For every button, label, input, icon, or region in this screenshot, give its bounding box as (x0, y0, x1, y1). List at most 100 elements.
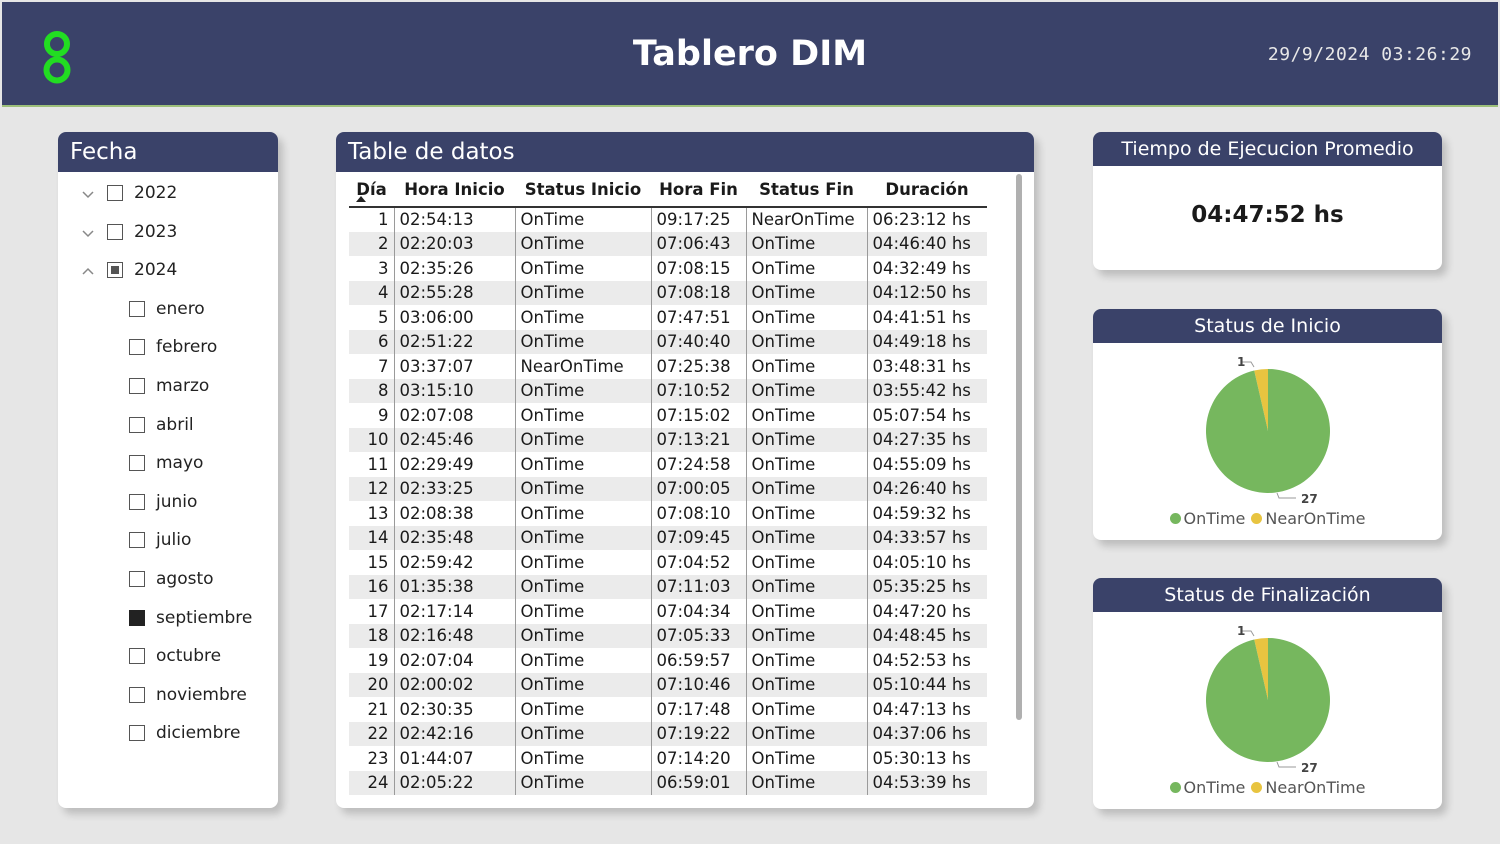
table-row[interactable]: 21 02:30:35 OnTime 07:17:48 OnTime 04:47:13 h… (349, 697, 987, 722)
checkbox[interactable] (129, 571, 145, 587)
column-header[interactable]: Hora Fin (651, 172, 746, 208)
slicer-item-enero[interactable]: enero (129, 298, 205, 320)
column-header[interactable]: Duración (867, 172, 987, 208)
table-cell: 02:05:22 (394, 770, 516, 795)
table-cell: 06:59:57 (651, 648, 747, 673)
table-cell: 04:59:32 hs (872, 503, 971, 523)
checkbox[interactable] (107, 262, 123, 279)
chevron-up-icon[interactable] (81, 263, 95, 277)
checkbox[interactable] (129, 493, 145, 510)
legend-dot-icon (1251, 782, 1263, 793)
checkbox[interactable] (129, 532, 145, 549)
datetime-display: 29/9/2024 03:26:29 (1267, 44, 1472, 65)
table-cell: 02:20:03 (394, 231, 516, 256)
table-row[interactable]: 13 02:08:38 OnTime 07:08:10 OnTime 04:59:32 h… (349, 501, 987, 526)
table-row[interactable]: 11 02:29:49 OnTime 07:24:58 OnTime 04:55:09 h… (349, 452, 987, 477)
slicer-item-mayo[interactable]: mayo (129, 452, 203, 474)
table-cell: 05:10:44 hs (872, 675, 971, 695)
table-row[interactable]: 3 02:35:26 OnTime 07:08:15 OnTime 04:32:49 hs (349, 256, 987, 281)
checkbox[interactable] (107, 223, 123, 240)
table-cell: 05:07:54 hs (872, 405, 971, 425)
table-cell: 02:54:13 (394, 207, 516, 232)
slicer-item-2022[interactable]: 2022 (81, 182, 177, 204)
avg-time-value: 04:47:52 hs (1191, 202, 1344, 228)
slicer-item-noviembre[interactable]: noviembre (129, 684, 247, 706)
table-cell: OnTime (515, 305, 652, 330)
slicer-item-febrero[interactable]: febrero (129, 336, 217, 358)
table-scrollbar-thumb[interactable] (1016, 174, 1022, 720)
table-row[interactable]: 4 02:55:28 OnTime 07:08:18 OnTime 04:12:50 hs (349, 280, 987, 305)
slicer-item-junio[interactable]: junio (129, 491, 197, 513)
table-row[interactable]: 19 02:07:04 OnTime 06:59:57 OnTime 04:52:53 h… (349, 648, 987, 673)
table-cell: OnTime (746, 476, 868, 501)
table-row[interactable]: 10 02:45:46 OnTime 07:13:21 OnTime 04:27:35 h… (349, 427, 987, 452)
chevron-down-icon[interactable] (81, 225, 95, 239)
status-fin-pie[interactable]: 1 27 (1093, 612, 1442, 778)
table-row[interactable]: 1 02:54:13 OnTime 09:17:25 NearOnTime 06:23:1… (349, 207, 987, 232)
table-row[interactable]: 24 02:05:22 OnTime 06:59:01 OnTime 04:53:39 h… (349, 770, 987, 795)
table-cell: 19 (349, 648, 395, 673)
data-table-scroll-area[interactable]: Día Hora Inicio Status Inicio Hora Fin Statu… (349, 172, 989, 804)
table-row[interactable]: 18 02:16:48 OnTime 07:05:33 OnTime 04:48:45 h… (349, 623, 987, 648)
slicer-item-septiembre[interactable]: septiembre (129, 607, 252, 629)
table-row[interactable]: 6 02:51:22 OnTime 07:40:40 OnTime 04:49:18 hs (349, 329, 987, 354)
legend-item-ontime[interactable]: OnTime (1169, 778, 1245, 797)
table-cell: 04:12:50 hs (872, 283, 971, 303)
table-cell: OnTime (515, 770, 652, 795)
column-header[interactable]: Día (349, 172, 394, 208)
table-cell: 04:41:51 hs (872, 307, 971, 327)
table-row[interactable]: 5 03:06:00 OnTime 07:47:51 OnTime 04:41:51 hs (349, 305, 987, 330)
checkbox[interactable] (107, 185, 123, 201)
checkbox[interactable] (129, 648, 145, 665)
table-row[interactable]: 12 02:33:25 OnTime 07:00:05 OnTime 04:26:40 h… (349, 476, 987, 501)
checkbox[interactable] (129, 609, 145, 626)
legend-dot-icon (1169, 782, 1181, 793)
checkbox[interactable] (129, 300, 145, 317)
legend-item-nearontime[interactable]: NearOnTime (1251, 509, 1365, 528)
column-header[interactable]: Status Inicio (515, 172, 651, 208)
slicer-item-marzo[interactable]: marzo (129, 375, 209, 397)
slicer-item-label: marzo (156, 376, 210, 396)
checkbox[interactable] (129, 378, 145, 394)
table-row[interactable]: 9 02:07:08 OnTime 07:15:02 OnTime 05:07:54 hs (349, 403, 987, 428)
checkbox[interactable] (129, 725, 145, 742)
fecha-slicer-title: Fecha (58, 132, 278, 172)
legend-item-ontime[interactable]: OnTime (1169, 509, 1245, 528)
table-cell: OnTime (515, 746, 652, 771)
legend-item-nearontime[interactable]: NearOnTime (1251, 778, 1365, 797)
slicer-item-diciembre[interactable]: diciembre (129, 722, 240, 744)
chevron-down-icon[interactable] (81, 186, 95, 200)
column-header[interactable]: Hora Inicio (394, 172, 515, 208)
table-row[interactable]: 22 02:42:16 OnTime 07:19:22 OnTime 04:37:06 h… (349, 721, 987, 746)
table-row[interactable]: 23 01:44:07 OnTime 07:14:20 OnTime 05:30:13 h… (349, 746, 987, 771)
table-row[interactable]: 14 02:35:48 OnTime 07:09:45 OnTime 04:33:57 h… (349, 525, 987, 550)
slicer-item-2024[interactable]: 2024 (81, 259, 177, 281)
table-scrollbar[interactable] (1014, 174, 1023, 804)
table-header-row: Día Hora Inicio Status Inicio Hora Fin Statu… (349, 172, 987, 208)
checkbox[interactable] (129, 339, 145, 356)
slicer-item-agosto[interactable]: agosto (129, 568, 214, 590)
table-row[interactable]: 15 02:59:42 OnTime 07:04:52 OnTime 04:05:10 h… (349, 550, 987, 575)
checkbox[interactable] (129, 455, 145, 472)
table-cell: 02:16:48 (394, 623, 516, 648)
checkbox[interactable] (129, 416, 145, 433)
header-bar: Tablero DIM 29/9/2024 03:26:29 (2, 2, 1498, 107)
table-cell: 16 (349, 574, 395, 599)
table-row[interactable]: 8 03:15:10 OnTime 07:10:52 OnTime 03:55:42 hs (349, 378, 987, 403)
slicer-item-2023[interactable]: 2023 (81, 221, 177, 243)
slicer-item-julio[interactable]: julio (129, 529, 191, 551)
checkbox[interactable] (129, 686, 145, 703)
column-header[interactable]: Status Fin (746, 172, 867, 208)
pie-slice-ontime[interactable] (1206, 638, 1330, 762)
table-row[interactable]: 20 02:00:02 OnTime 07:10:46 OnTime 05:10:44 h… (349, 672, 987, 697)
table-row[interactable]: 2 02:20:03 OnTime 07:06:43 OnTime 04:46:40 hs (349, 231, 987, 256)
status-inicio-pie[interactable]: 1 27 (1093, 343, 1442, 509)
table-cell: 07:10:52 (651, 378, 747, 403)
table-row[interactable]: 7 03:37:07 NearOnTime 07:25:38 OnTime 03:48:3… (349, 354, 987, 379)
table-row[interactable]: 16 01:35:38 OnTime 07:11:03 OnTime 05:35:25 h… (349, 574, 987, 599)
table-cell: OnTime (515, 452, 652, 477)
slicer-item-abril[interactable]: abril (129, 414, 194, 436)
table-row[interactable]: 17 02:17:14 OnTime 07:04:34 OnTime 04:47:20 h… (349, 599, 987, 624)
slicer-item-octubre[interactable]: octubre (129, 645, 221, 667)
pie-slice-ontime[interactable] (1206, 369, 1330, 493)
